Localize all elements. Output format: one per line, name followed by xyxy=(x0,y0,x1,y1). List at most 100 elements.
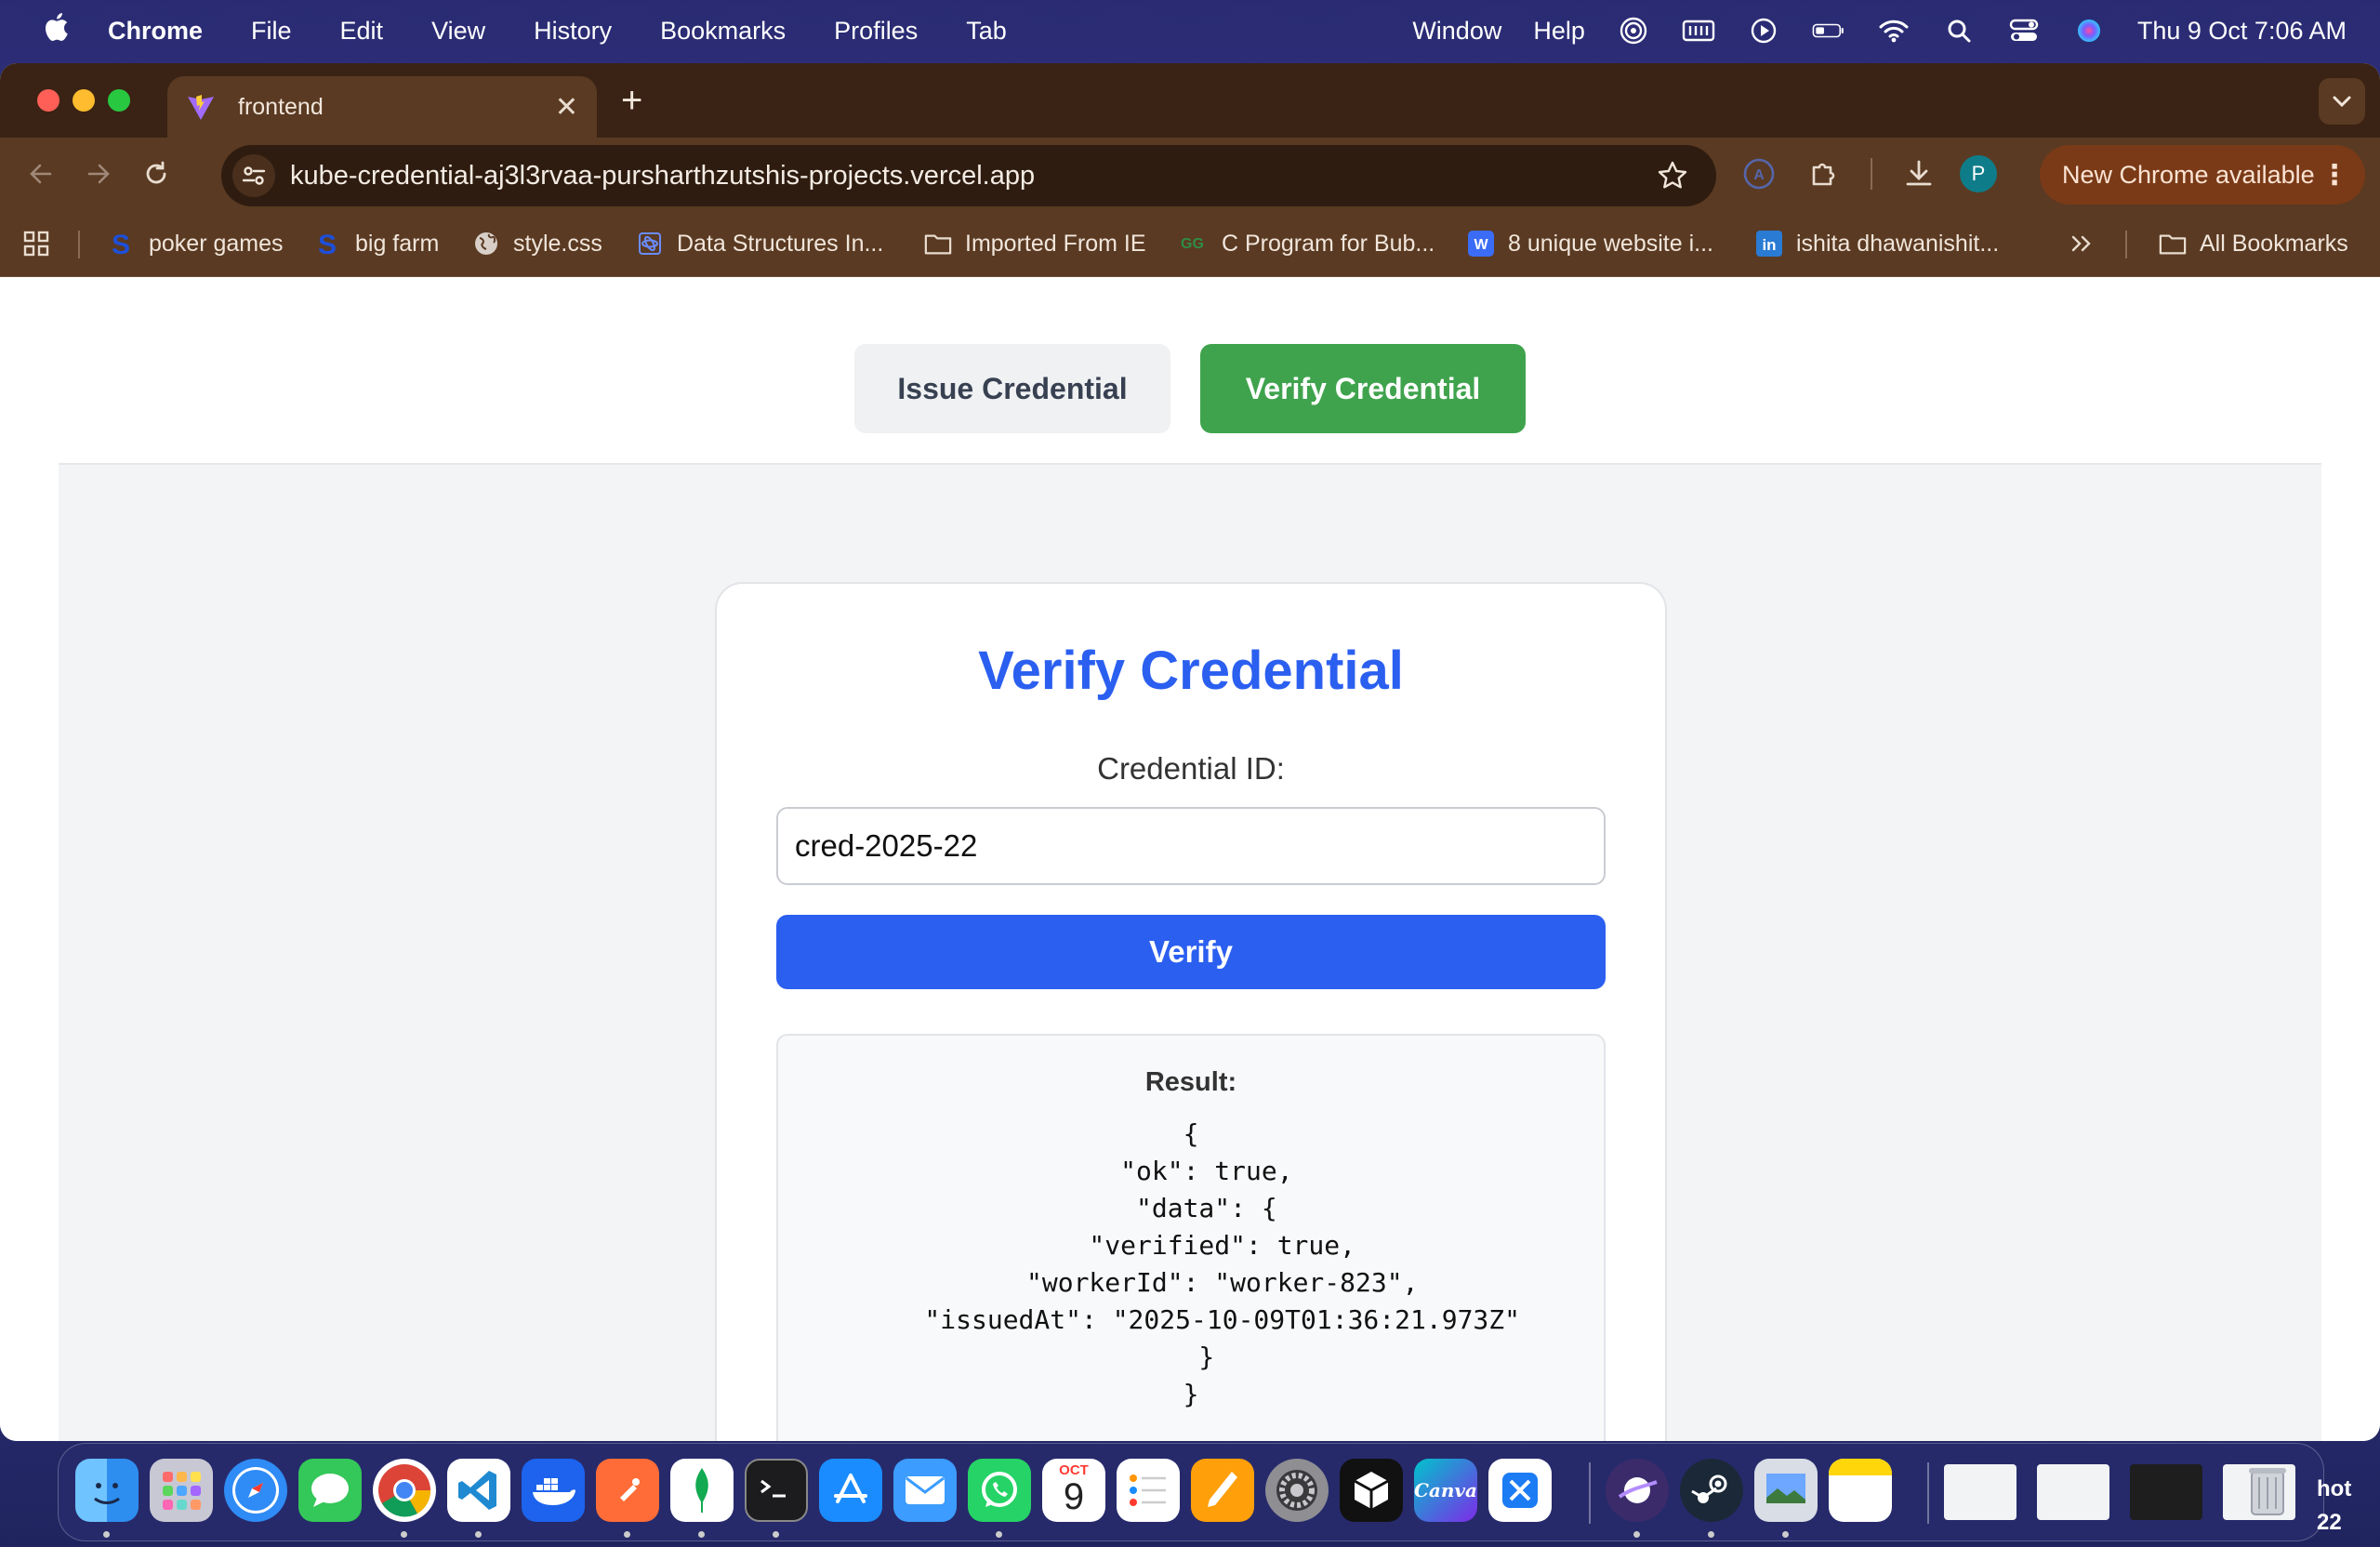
mail-icon[interactable] xyxy=(893,1459,957,1522)
notes-icon[interactable] xyxy=(1829,1459,1892,1522)
desktop-edge-text: hot 22 PM xyxy=(2317,1473,2380,1547)
app-store-icon[interactable] xyxy=(819,1459,882,1522)
menu-file[interactable]: File xyxy=(251,17,292,46)
safari-icon[interactable] xyxy=(224,1459,287,1522)
running-indicator xyxy=(996,1531,1002,1538)
pages-icon[interactable] xyxy=(1191,1459,1254,1522)
calendar-icon[interactable]: OCT 9 xyxy=(1042,1459,1105,1522)
apple-menu-icon[interactable] xyxy=(37,11,74,51)
trash-icon[interactable] xyxy=(2236,1459,2299,1522)
chevron-down-icon xyxy=(2333,96,2351,108)
chrome-update-button[interactable]: New Chrome available ⋮ xyxy=(2040,145,2365,205)
vscode-icon[interactable] xyxy=(447,1459,510,1522)
finder-icon[interactable] xyxy=(75,1459,139,1522)
dock: OCT 9 Canva xyxy=(58,1443,2324,1541)
bookmark-big-farm[interactable]: Sbig farm xyxy=(314,210,439,277)
bookmark-label: ishita dhawanishit... xyxy=(1796,230,2000,257)
all-bookmarks-folder[interactable]: All Bookmarks xyxy=(2159,210,2348,277)
bookmark-imported-from-ie[interactable]: Imported From IE xyxy=(924,210,1146,277)
bookmark-c-program[interactable]: GG C Program for Bub... xyxy=(1181,210,1435,277)
minimized-window-thumbnail[interactable] xyxy=(2130,1464,2202,1520)
running-indicator xyxy=(1633,1531,1640,1538)
tab-search-button[interactable] xyxy=(2319,78,2365,125)
steam-icon[interactable] xyxy=(1680,1459,1743,1522)
json-line: "verified": true, xyxy=(1025,1230,1355,1261)
menu-history[interactable]: History xyxy=(534,17,612,46)
forward-button[interactable] xyxy=(82,157,115,191)
bookmark-unique-website[interactable]: W 8 unique website i... xyxy=(1467,210,1713,277)
minimized-window-thumbnail[interactable] xyxy=(1944,1464,2016,1520)
launchpad-icon[interactable] xyxy=(150,1459,213,1522)
battery-icon[interactable] xyxy=(1812,17,1845,45)
bookmark-poker-games[interactable]: Spoker games xyxy=(108,210,284,277)
chrome-icon[interactable] xyxy=(373,1459,436,1522)
more-bookmarks-icon[interactable] xyxy=(2069,210,2094,277)
menu-view[interactable]: View xyxy=(431,17,485,46)
nova-icon[interactable] xyxy=(1606,1459,1669,1522)
menu-help[interactable]: Help xyxy=(1533,17,1585,46)
siri-icon[interactable] xyxy=(2072,17,2106,45)
menu-tab[interactable]: Tab xyxy=(966,17,1007,46)
terminal-icon[interactable] xyxy=(745,1459,808,1522)
address-bar[interactable]: kube-credential-aj3l3rvaa-pursharthzutsh… xyxy=(221,145,1716,206)
extensions-puzzle-icon[interactable] xyxy=(1805,155,1843,192)
issue-credential-tab[interactable]: Issue Credential xyxy=(854,344,1170,433)
bookmark-linkedin[interactable]: in ishita dhawanishit... xyxy=(1755,210,1999,277)
running-indicator xyxy=(401,1531,407,1538)
minimized-window-thumbnail[interactable] xyxy=(2037,1464,2109,1520)
control-center-icon[interactable] xyxy=(2007,17,2041,45)
svg-text:S: S xyxy=(112,230,130,258)
wifi-icon[interactable] xyxy=(1877,17,1911,45)
mongodb-compass-icon[interactable] xyxy=(670,1459,734,1522)
close-window-button[interactable] xyxy=(37,89,60,112)
bookmark-star-icon[interactable] xyxy=(1657,160,1688,199)
page-title: Verify Credential xyxy=(978,641,1404,701)
edge-text-line: 22 PM xyxy=(2317,1510,2350,1547)
spotlight-icon[interactable] xyxy=(1942,17,1976,45)
menu-window[interactable]: Window xyxy=(1412,17,1501,46)
zoom-window-button[interactable] xyxy=(108,89,130,112)
messages-icon[interactable] xyxy=(298,1459,362,1522)
xcode-icon[interactable] xyxy=(1488,1459,1552,1522)
unity-hub-icon[interactable] xyxy=(1340,1459,1403,1522)
reload-button[interactable] xyxy=(139,157,173,191)
url-text[interactable]: kube-credential-aj3l3rvaa-pursharthzutsh… xyxy=(290,161,1035,192)
system-settings-icon[interactable] xyxy=(1265,1459,1329,1522)
json-line: "ok": true, xyxy=(1089,1156,1293,1186)
apps-grid-icon[interactable] xyxy=(22,210,50,277)
postman-icon[interactable] xyxy=(596,1459,659,1522)
menu-bookmarks[interactable]: Bookmarks xyxy=(660,17,786,46)
airdrop-icon[interactable] xyxy=(1617,17,1650,45)
translate-extension-icon[interactable]: A xyxy=(1740,155,1778,192)
menu-clock[interactable]: Thu 9 Oct 7:06 AM xyxy=(2137,17,2347,46)
menu-edit[interactable]: Edit xyxy=(340,17,384,46)
canva-icon[interactable]: Canva xyxy=(1414,1459,1477,1522)
verify-credential-tab[interactable]: Verify Credential xyxy=(1200,344,1526,433)
profile-avatar[interactable]: P xyxy=(1960,155,1997,192)
menu-profiles[interactable]: Profiles xyxy=(834,17,918,46)
play-icon[interactable] xyxy=(1747,17,1780,45)
reminders-icon[interactable] xyxy=(1117,1459,1180,1522)
close-tab-icon[interactable]: ✕ xyxy=(555,91,578,124)
new-tab-button[interactable]: + xyxy=(621,82,642,119)
s-logo-icon: S xyxy=(108,230,136,258)
memory-icon[interactable] xyxy=(1682,17,1715,45)
bookmark-data-structures[interactable]: Data Structures In... xyxy=(636,210,883,277)
running-indicator xyxy=(698,1531,705,1538)
more-menu-icon[interactable]: ⋮ xyxy=(2320,159,2348,192)
preview-icon[interactable] xyxy=(1754,1459,1818,1522)
docker-icon[interactable] xyxy=(522,1459,585,1522)
minimize-window-button[interactable] xyxy=(73,89,95,112)
tab-frontend[interactable]: frontend ✕ xyxy=(167,76,597,138)
bookmark-style-css[interactable]: style.css xyxy=(472,210,602,277)
credential-id-input[interactable] xyxy=(776,807,1606,885)
verify-button[interactable]: Verify xyxy=(776,915,1606,989)
menu-app-name[interactable]: Chrome xyxy=(108,17,203,46)
whatsapp-icon[interactable] xyxy=(968,1459,1031,1522)
back-button[interactable] xyxy=(24,157,58,191)
site-info-icon[interactable] xyxy=(232,154,275,197)
bookmark-label: Data Structures In... xyxy=(677,230,884,257)
json-line: "issuedAt": "2025-10-09T01:36:21.973Z" xyxy=(861,1304,1520,1335)
downloads-icon[interactable] xyxy=(1900,155,1937,192)
toolbar-actions: A P xyxy=(1740,138,1997,210)
